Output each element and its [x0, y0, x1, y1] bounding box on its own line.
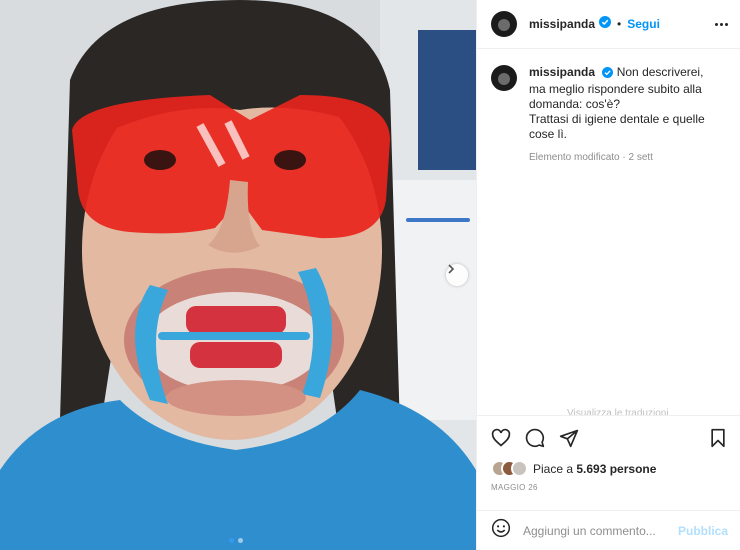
dental-photo-illustration [0, 0, 476, 550]
heart-icon[interactable] [491, 428, 511, 448]
separator-dot: • [617, 17, 622, 31]
bookmark-icon[interactable] [709, 428, 727, 448]
caption-avatar[interactable] [491, 65, 517, 91]
post-date: MAGGIO 26 [491, 483, 538, 492]
post-side-panel: missipanda • Segui missipanda Non descri… [476, 0, 740, 550]
verified-badge-icon [602, 67, 614, 82]
post-photo[interactable] [0, 0, 476, 550]
comment-bar: Pubblica [477, 510, 740, 550]
more-horizontal-icon [715, 22, 718, 26]
likes-summary[interactable]: Piace a 5.693 persone [491, 460, 727, 477]
caption: missipanda Non descriverei, ma meglio ri… [477, 49, 740, 165]
comment-icon[interactable] [525, 428, 545, 448]
username[interactable]: missipanda [529, 17, 595, 31]
liker-avatars [491, 460, 528, 477]
verified-badge-icon [599, 15, 612, 33]
likes-prefix: Piace a [533, 461, 577, 476]
post-header: missipanda • Segui [477, 0, 740, 49]
send-icon[interactable] [559, 428, 579, 448]
avatar[interactable] [491, 11, 517, 37]
carousel-next-button[interactable] [446, 264, 468, 286]
likes-count[interactable]: 5.693 persone [576, 462, 656, 476]
post-actions: Piace a 5.693 persone MAGGIO 26 [477, 415, 740, 492]
caption-username[interactable]: missipanda [529, 65, 595, 79]
carousel-dot [238, 538, 243, 543]
carousel-dot-active [229, 538, 234, 543]
liker-avatar [511, 460, 528, 477]
follow-button[interactable]: Segui [627, 17, 660, 31]
comment-input[interactable] [523, 523, 678, 538]
carousel-indicator [229, 538, 243, 543]
more-options-button[interactable] [715, 22, 728, 26]
emoji-icon[interactable] [491, 518, 511, 543]
edited-timestamp: Elemento modificato · 2 sett [529, 152, 653, 163]
publish-button[interactable]: Pubblica [678, 524, 728, 538]
